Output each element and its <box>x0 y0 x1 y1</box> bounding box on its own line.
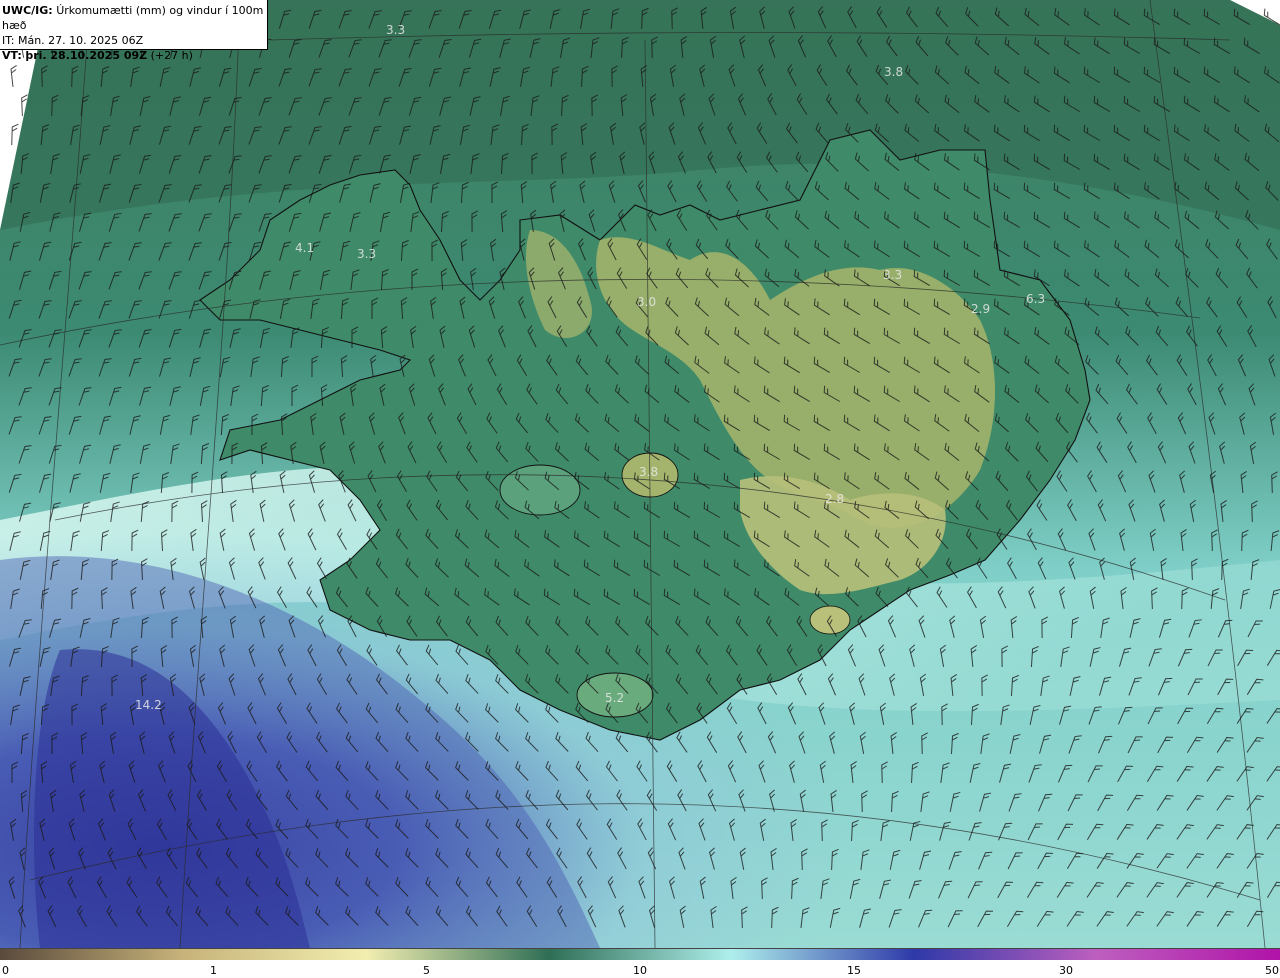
colorbar: 0 1 5 10 15 30 50 <box>0 948 1280 978</box>
value-label: 2.9 <box>971 302 990 316</box>
valid-prefix: VT: <box>2 49 22 62</box>
lead-time: (+27 h) <box>150 49 193 62</box>
value-label: 3.0 <box>637 295 656 309</box>
value-label: 3.8 <box>884 65 903 79</box>
value-label: 5.2 <box>605 691 624 705</box>
map-info-box: UWC/IG: Úrkomumætti (mm) og vindur í 100… <box>0 0 268 62</box>
value-label: 3.3 <box>883 268 902 282</box>
value-label: 6.3 <box>1026 292 1045 306</box>
valid-time: þri. 28.10.2025 09Z <box>25 49 148 62</box>
colorbar-tick: 10 <box>633 964 647 977</box>
value-label: 2.8 <box>825 492 844 506</box>
init-time: IT: Mán. 27. 10. 2025 06Z <box>2 34 144 47</box>
value-label: 3.8 <box>639 465 658 479</box>
colorbar-tick: 1 <box>210 964 217 977</box>
colorbar-tick: 15 <box>847 964 861 977</box>
value-label: 3.3 <box>386 23 405 37</box>
precipitable-water-map: 3.3 3.8 4.1 3.3 3.0 3.3 2.9 6.3 3.8 2.8 … <box>0 0 1280 948</box>
colorbar-tick: 5 <box>423 964 430 977</box>
value-label: 14.2 <box>135 698 162 712</box>
colorbar-tick: 30 <box>1059 964 1073 977</box>
value-label: 4.1 <box>295 241 314 255</box>
map-area: 3.3 3.8 4.1 3.3 3.0 3.3 2.9 6.3 3.8 2.8 … <box>0 0 1280 948</box>
colorbar-tick: 50 <box>1265 964 1279 977</box>
title-line: UWC/IG: Úrkomumætti (mm) og vindur í 100… <box>2 3 267 33</box>
valid-time-line: VT: þri. 28.10.2025 09Z (+27 h) <box>2 48 267 63</box>
colorbar-tick: 0 <box>2 964 9 977</box>
value-label: 3.3 <box>357 247 376 261</box>
colorbar-strip <box>0 948 1280 960</box>
model-name: UWC/IG: <box>2 4 53 17</box>
